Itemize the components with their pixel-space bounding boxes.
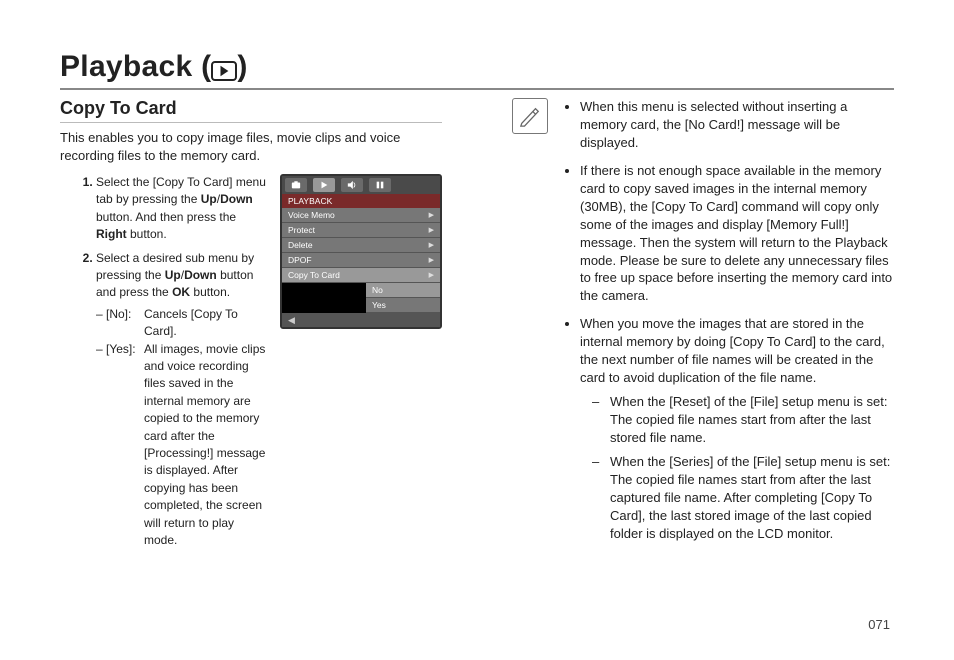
play-tab-icon xyxy=(313,178,335,192)
option-no: – [No]: Cancels [Copy To Card]. xyxy=(96,306,266,341)
sub-notes: –When the [Reset] of the [File] setup me… xyxy=(580,393,894,543)
device-submenu: No Yes xyxy=(366,283,440,313)
playback-icon xyxy=(211,61,237,81)
steps: Select the [Copy To Card] menu tab by pr… xyxy=(60,174,266,555)
back-icon: ◀ xyxy=(288,315,295,326)
device-sub-yes: Yes xyxy=(366,298,440,313)
page-title-text: Playback ( xyxy=(60,50,211,83)
device-row-voice-memo: Voice Memo▶ xyxy=(282,208,440,223)
page-number: 071 xyxy=(868,617,890,632)
page-title: Playback () xyxy=(60,50,248,84)
step-2: Select a desired sub menu by pressing th… xyxy=(96,250,266,550)
device-menu-header: PLAYBACK xyxy=(282,194,440,208)
note-1: When this menu is selected without inser… xyxy=(580,98,894,152)
section-intro: This enables you to copy image files, mo… xyxy=(60,129,442,164)
device-tabs xyxy=(282,176,440,194)
setup-tab-icon xyxy=(369,178,391,192)
device-row-protect: Protect▶ xyxy=(282,223,440,238)
camera-icon xyxy=(285,178,307,192)
note-2: If there is not enough space available i… xyxy=(580,162,894,306)
device-footer: ◀ xyxy=(282,313,440,327)
section-heading: Copy To Card xyxy=(60,98,442,123)
device-sub-no: No xyxy=(366,283,440,298)
device-row-dpof: DPOF▶ xyxy=(282,253,440,268)
step-area: Select the [Copy To Card] menu tab by pr… xyxy=(60,174,442,555)
sound-tab-icon xyxy=(341,178,363,192)
device-menu-list: Voice Memo▶ Protect▶ Delete▶ DPOF▶ Copy … xyxy=(282,208,440,283)
device-row-copy: Copy To Card▶ xyxy=(282,268,440,283)
note-3-text: When you move the images that are stored… xyxy=(580,316,885,385)
step-1: Select the [Copy To Card] menu tab by pr… xyxy=(96,174,266,244)
columns: Copy To Card This enables you to copy im… xyxy=(60,98,894,555)
page-title-row: Playback () xyxy=(60,50,894,90)
manual-page: Playback () Copy To Card This enables yo… xyxy=(0,0,954,660)
option-yes: – [Yes]: All images, movie clips and voi… xyxy=(96,341,266,550)
device-screenshot: PLAYBACK Voice Memo▶ Protect▶ Delete▶ DP… xyxy=(280,174,442,329)
step-options: – [No]: Cancels [Copy To Card]. – [Yes]:… xyxy=(96,306,266,549)
page-title-close: ) xyxy=(237,50,247,83)
note-bullets: When this menu is selected without inser… xyxy=(562,98,894,553)
right-column: When this menu is selected without inser… xyxy=(512,98,894,555)
note-3: When you move the images that are stored… xyxy=(580,315,894,542)
sub-note-series: –When the [Series] of the [File] setup m… xyxy=(592,453,894,543)
note-block: When this menu is selected without inser… xyxy=(512,98,894,553)
note-icon xyxy=(512,98,548,134)
sub-note-reset: –When the [Reset] of the [File] setup me… xyxy=(592,393,894,447)
left-column: Copy To Card This enables you to copy im… xyxy=(60,98,442,555)
device-row-delete: Delete▶ xyxy=(282,238,440,253)
